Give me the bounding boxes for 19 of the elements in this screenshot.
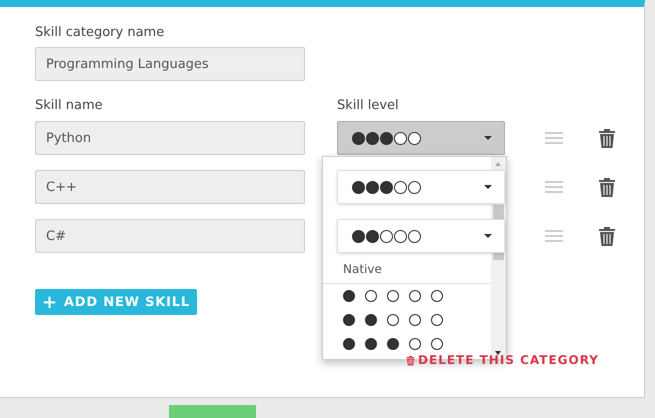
field-label: Skill category name	[35, 24, 166, 42]
trash-icon[interactable]	[406, 354, 416, 366]
delete-category-link[interactable]: DELETE THIS CATEGORY	[406, 353, 599, 367]
trash-icon[interactable]	[598, 177, 616, 197]
skill-name-field[interactable]: C#	[35, 219, 305, 253]
caret-icon	[484, 234, 492, 238]
drag-handle-icon[interactable]	[545, 230, 563, 242]
column-label: Skill level	[337, 97, 399, 115]
drag-handle-icon[interactable]	[545, 181, 563, 193]
trash-icon[interactable]	[598, 226, 616, 246]
drag-handle-icon[interactable]	[545, 132, 563, 144]
trash-icon[interactable]	[598, 128, 616, 148]
caret-icon	[484, 136, 492, 140]
category-name-field[interactable]: Programming Languages	[35, 47, 305, 81]
column-label: Skill name	[35, 97, 104, 115]
skill-name-field[interactable]: C++	[35, 170, 305, 204]
skill-name-field[interactable]: Python	[35, 121, 305, 155]
caret-icon	[484, 185, 492, 189]
skill-level-select[interactable]	[337, 121, 505, 155]
